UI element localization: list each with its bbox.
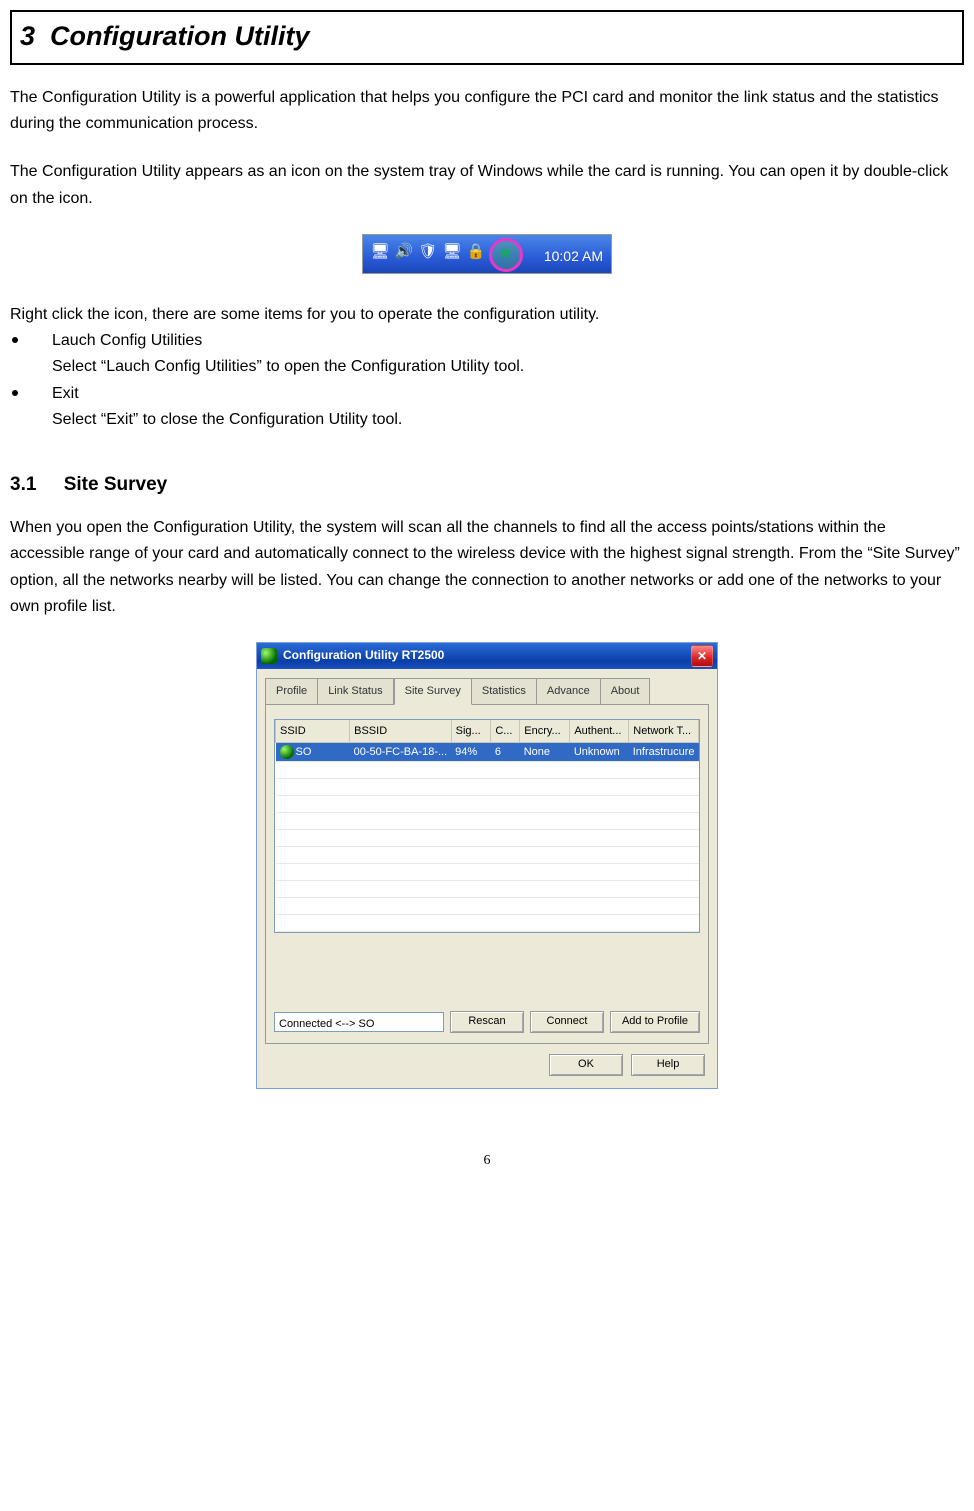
button-label: Rescan — [468, 1012, 505, 1030]
tab-label: Statistics — [482, 685, 526, 697]
col-network-type[interactable]: Network T... — [629, 720, 699, 743]
button-label: Help — [657, 1055, 680, 1073]
table-row[interactable] — [276, 897, 699, 914]
tab-label: Profile — [276, 685, 307, 697]
table-row[interactable]: SO00-50-FC-BA-18-...94%6NoneUnknownInfra… — [276, 742, 699, 761]
tray-icon: 🖥 — [369, 241, 391, 263]
section-number: 3.1 — [10, 469, 36, 500]
tab-profile[interactable]: Profile — [265, 678, 318, 704]
tab-site-survey[interactable]: Site Survey — [394, 678, 472, 704]
col-bssid[interactable]: BSSID — [350, 720, 452, 743]
tray-clock: 10:02 AM — [544, 245, 603, 268]
col-channel[interactable]: C... — [491, 720, 520, 743]
chapter-name: Configuration Utility — [50, 21, 309, 51]
table-row[interactable] — [276, 863, 699, 880]
button-label: OK — [578, 1055, 594, 1073]
network-icon — [280, 745, 294, 759]
tab-statistics[interactable]: Statistics — [472, 678, 537, 704]
config-window-figure: Configuration Utility RT2500 ✕ Profile L… — [10, 642, 964, 1088]
table-row[interactable] — [276, 914, 699, 931]
table-header-row: SSID BSSID Sig... C... Encry... Authent.… — [276, 720, 699, 743]
tray-icon: 🛡 — [417, 241, 439, 263]
ok-button[interactable]: OK — [549, 1054, 623, 1076]
chapter-header: 3 Configuration Utility — [10, 10, 964, 65]
tab-label: Site Survey — [405, 685, 461, 697]
network-list[interactable]: SSID BSSID Sig... C... Encry... Authent.… — [274, 719, 700, 933]
bullet-icon — [12, 390, 18, 396]
paragraph-site-survey: When you open the Configuration Utility,… — [10, 515, 964, 621]
table-row[interactable] — [276, 812, 699, 829]
close-icon: ✕ — [697, 650, 707, 662]
systray-figure: 🖥 🔊 🛡 🖥 🔒 R 10:02 AM — [10, 234, 964, 283]
tray-icon: 🖥 — [441, 241, 463, 263]
page-number: 6 — [10, 1149, 964, 1172]
tab-label: Link Status — [328, 685, 382, 697]
col-auth[interactable]: Authent... — [570, 720, 629, 743]
paragraph-intro-1: The Configuration Utility is a powerful … — [10, 85, 964, 138]
help-button[interactable]: Help — [631, 1054, 705, 1076]
dialog-buttons: OK Help — [257, 1044, 717, 1088]
rescan-button[interactable]: Rescan — [450, 1011, 524, 1033]
list-item: Lauch Config Utilities Select “Lauch Con… — [10, 328, 964, 381]
paragraph-intro-2: The Configuration Utility appears as an … — [10, 159, 964, 212]
close-button[interactable]: ✕ — [691, 645, 713, 667]
tab-advance[interactable]: Advance — [537, 678, 601, 704]
bullet-desc: Select “Exit” to close the Configuration… — [52, 411, 402, 428]
col-ssid[interactable]: SSID — [276, 720, 350, 743]
table-row[interactable] — [276, 778, 699, 795]
bullet-title: Exit — [52, 385, 79, 402]
col-signal[interactable]: Sig... — [451, 720, 491, 743]
table-row[interactable] — [276, 795, 699, 812]
tray-icon: 🔒 — [465, 241, 487, 263]
tab-link-status[interactable]: Link Status — [318, 678, 393, 704]
connection-status: Connected <--> SO — [274, 1012, 444, 1032]
table-row[interactable] — [276, 761, 699, 778]
bullet-desc: Select “Lauch Config Utilities” to open … — [52, 358, 524, 375]
table-row[interactable] — [276, 829, 699, 846]
bullet-icon — [12, 337, 18, 343]
chapter-number: 3 — [20, 21, 35, 51]
window-titlebar: Configuration Utility RT2500 ✕ — [257, 643, 717, 669]
list-item: Exit Select “Exit” to close the Configur… — [10, 381, 964, 434]
add-to-profile-button[interactable]: Add to Profile — [610, 1011, 700, 1033]
chapter-title: 3 Configuration Utility — [20, 14, 954, 59]
bullet-title: Lauch Config Utilities — [52, 332, 202, 349]
tab-bar: Profile Link Status Site Survey Statisti… — [257, 669, 717, 703]
tab-about[interactable]: About — [601, 678, 651, 704]
tab-label: About — [611, 685, 640, 697]
context-menu-list: Lauch Config Utilities Select “Lauch Con… — [10, 328, 964, 434]
system-tray: 🖥 🔊 🛡 🖥 🔒 R 10:02 AM — [362, 234, 612, 274]
tray-icon: 🔊 — [393, 241, 415, 263]
connect-button[interactable]: Connect — [530, 1011, 604, 1033]
button-label: Connect — [547, 1012, 588, 1030]
app-icon — [261, 648, 277, 664]
button-label: Add to Profile — [622, 1012, 688, 1030]
paragraph-rightclick: Right click the icon, there are some ite… — [10, 302, 964, 328]
tab-panel: SSID BSSID Sig... C... Encry... Authent.… — [265, 704, 709, 1044]
config-window: Configuration Utility RT2500 ✕ Profile L… — [256, 642, 718, 1088]
tab-label: Advance — [547, 685, 590, 697]
highlighted-tray-icon[interactable]: R — [489, 238, 523, 272]
table-row[interactable] — [276, 880, 699, 897]
table-row[interactable] — [276, 846, 699, 863]
col-encryption[interactable]: Encry... — [520, 720, 570, 743]
window-title: Configuration Utility RT2500 — [283, 646, 444, 666]
section-heading: 3.1 Site Survey — [10, 469, 964, 500]
section-title: Site Survey — [64, 474, 168, 495]
tray-icon-label: R — [502, 245, 511, 265]
